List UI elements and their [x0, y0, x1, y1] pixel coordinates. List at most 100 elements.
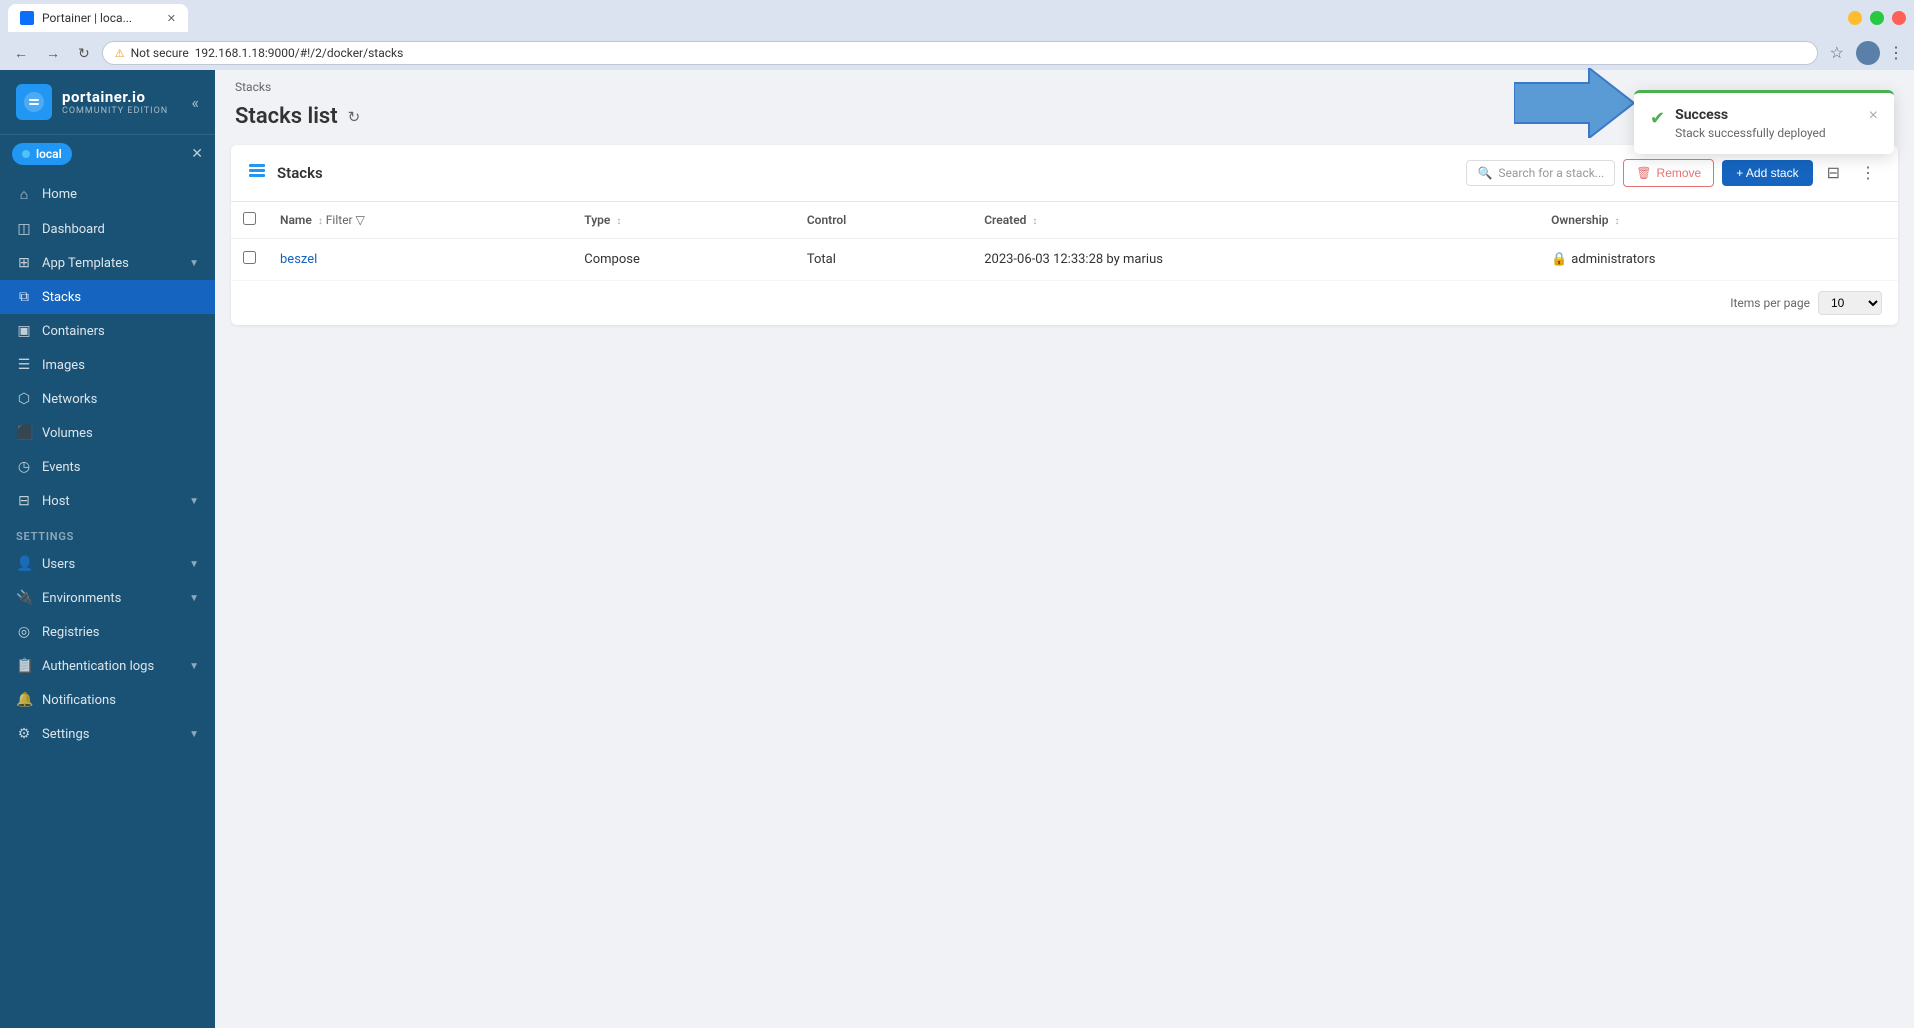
profile-button[interactable]: [1856, 41, 1880, 65]
success-toast: ✔ Success Stack successfully deployed ×: [1634, 90, 1894, 154]
sidebar-item-volumes[interactable]: ⬛ Volumes: [0, 416, 215, 450]
page-title: Stacks list: [235, 104, 338, 129]
sidebar-item-environments[interactable]: 🔌 Environments ▼: [0, 581, 215, 615]
env-close-button[interactable]: ✕: [191, 146, 203, 162]
th-control: Control: [795, 202, 972, 239]
settings-icon: ⚙: [16, 726, 32, 742]
registries-icon: ◎: [16, 624, 32, 640]
images-icon: ☰: [16, 357, 32, 373]
security-label: Not secure: [131, 46, 189, 60]
sidebar-item-users[interactable]: 👤 Users ▼: [0, 547, 215, 581]
environments-chevron: ▼: [189, 593, 199, 604]
browser-tab[interactable]: Portainer | loca... ✕: [8, 4, 188, 32]
add-stack-button[interactable]: + Add stack: [1722, 160, 1812, 186]
sidebar-item-notifications[interactable]: 🔔 Notifications: [0, 683, 215, 717]
breadcrumb-text: Stacks: [235, 80, 271, 94]
more-options-button[interactable]: ⋮: [1854, 159, 1882, 187]
sidebar-collapse-button[interactable]: «: [191, 93, 199, 112]
sidebar-item-settings[interactable]: ⚙ Settings ▼: [0, 717, 215, 751]
refresh-button[interactable]: ↻: [348, 108, 361, 126]
tab-close-button[interactable]: ✕: [167, 12, 176, 25]
sidebar-item-events[interactable]: ◷ Events: [0, 450, 215, 484]
ownership-sort-icon[interactable]: ↕: [1614, 216, 1619, 227]
logo-icon: [16, 84, 52, 120]
sidebar-item-app-templates[interactable]: ⊞ App Templates ▼: [0, 246, 215, 280]
nav-host-label: Host: [42, 494, 70, 509]
sidebar-item-host[interactable]: ⊟ Host ▼: [0, 484, 215, 518]
sidebar-nav: ⌂ Home ◫ Dashboard ⊞ App Templates ▼ ⧉ S…: [0, 173, 215, 1028]
row-checkbox: [231, 239, 268, 281]
address-bar[interactable]: ⚠ Not secure 192.168.1.18:9000/#!/2/dock…: [102, 41, 1818, 65]
table-row: beszel Compose Total 2023-06-03 12:33:28…: [231, 239, 1898, 281]
columns-toggle-button[interactable]: ⊟: [1821, 159, 1846, 187]
nav-settings-label: Settings: [42, 727, 89, 742]
toast-content: Success Stack successfully deployed: [1675, 107, 1859, 140]
stacks-icon: ⧉: [16, 289, 32, 305]
nav-events-label: Events: [42, 460, 80, 475]
items-per-page-select[interactable]: 10 25 50: [1818, 291, 1882, 315]
filter-button[interactable]: Filter ▽: [326, 213, 365, 227]
sidebar-item-auth-logs[interactable]: 📋 Authentication logs ▼: [0, 649, 215, 683]
nav-stacks-label: Stacks: [42, 290, 81, 305]
tab-title: Portainer | loca...: [42, 11, 132, 25]
remove-label: Remove: [1657, 166, 1702, 180]
sidebar-item-images[interactable]: ☰ Images: [0, 348, 215, 382]
search-box[interactable]: 🔍 Search for a stack...: [1466, 160, 1615, 186]
add-stack-label: + Add stack: [1736, 166, 1798, 180]
table-footer: Items per page 10 25 50: [231, 281, 1898, 325]
toast-success-icon: ✔: [1650, 108, 1665, 129]
tab-favicon: [20, 11, 34, 25]
forward-button[interactable]: →: [40, 41, 66, 65]
nav-auth-logs-label: Authentication logs: [42, 659, 154, 674]
stack-name-link[interactable]: beszel: [280, 252, 317, 267]
sidebar-item-dashboard[interactable]: ◫ Dashboard: [0, 212, 215, 246]
th-created: Created ↕: [972, 202, 1539, 239]
row-control: Total: [795, 239, 972, 281]
nav-containers-label: Containers: [42, 324, 105, 339]
sidebar-item-stacks[interactable]: ⧉ Stacks: [0, 280, 215, 314]
users-chevron: ▼: [189, 559, 199, 570]
name-sort-icon[interactable]: ↕: [318, 216, 323, 227]
main-content: Stacks Stacks list ↻ Stacks 🔍: [215, 70, 1914, 1028]
back-button[interactable]: ←: [8, 41, 34, 65]
networks-icon: ⬡: [16, 391, 32, 407]
sidebar-item-networks[interactable]: ⬡ Networks: [0, 382, 215, 416]
toast-close-button[interactable]: ×: [1869, 107, 1878, 125]
bookmark-button[interactable]: ☆: [1824, 41, 1850, 65]
toast-message: Stack successfully deployed: [1675, 126, 1859, 140]
remove-button[interactable]: 🗑 Remove: [1623, 159, 1714, 187]
stacks-panel: Stacks 🔍 Search for a stack... 🗑 Remove …: [231, 145, 1898, 325]
sidebar-item-home[interactable]: ⌂ Home: [0, 177, 215, 212]
maximize-button[interactable]: [1870, 11, 1884, 25]
host-chevron: ▼: [189, 496, 199, 507]
toast-container: ✔ Success Stack successfully deployed ×: [1634, 90, 1894, 154]
more-options-button[interactable]: ⋮: [1886, 41, 1906, 65]
sidebar-item-containers[interactable]: ▣ Containers: [0, 314, 215, 348]
select-all-checkbox[interactable]: [243, 212, 256, 225]
nav-notifications-label: Notifications: [42, 693, 116, 708]
type-sort-icon[interactable]: ↕: [616, 216, 621, 227]
reload-button[interactable]: ↻: [72, 41, 96, 66]
nav-home-label: Home: [42, 187, 77, 202]
sidebar-item-registries[interactable]: ◎ Registries: [0, 615, 215, 649]
th-ownership: Ownership ↕: [1539, 202, 1898, 239]
env-badge: local: [12, 143, 72, 165]
created-sort-icon[interactable]: ↕: [1032, 216, 1037, 227]
env-name: local: [36, 147, 62, 161]
search-icon: 🔍: [1477, 166, 1492, 180]
row-ownership: 🔒administrators: [1539, 239, 1898, 281]
row-type: Compose: [572, 239, 795, 281]
stacks-tbody: beszel Compose Total 2023-06-03 12:33:28…: [231, 239, 1898, 281]
url-display: 192.168.1.18:9000/#!/2/docker/stacks: [195, 46, 404, 60]
table-container: Name ↕ Filter ▽ Type ↕ Control: [231, 202, 1898, 281]
auth-logs-chevron: ▼: [189, 661, 199, 672]
nav-images-label: Images: [42, 358, 85, 373]
minimize-button[interactable]: [1848, 11, 1862, 25]
nav-app-templates-label: App Templates: [42, 256, 129, 271]
row-select-checkbox[interactable]: [243, 251, 256, 264]
stacks-table: Name ↕ Filter ▽ Type ↕ Control: [231, 202, 1898, 281]
th-name: Name ↕ Filter ▽: [268, 202, 572, 239]
close-button[interactable]: [1892, 11, 1906, 25]
trash-icon: 🗑: [1636, 166, 1651, 180]
host-icon: ⊟: [16, 493, 32, 509]
